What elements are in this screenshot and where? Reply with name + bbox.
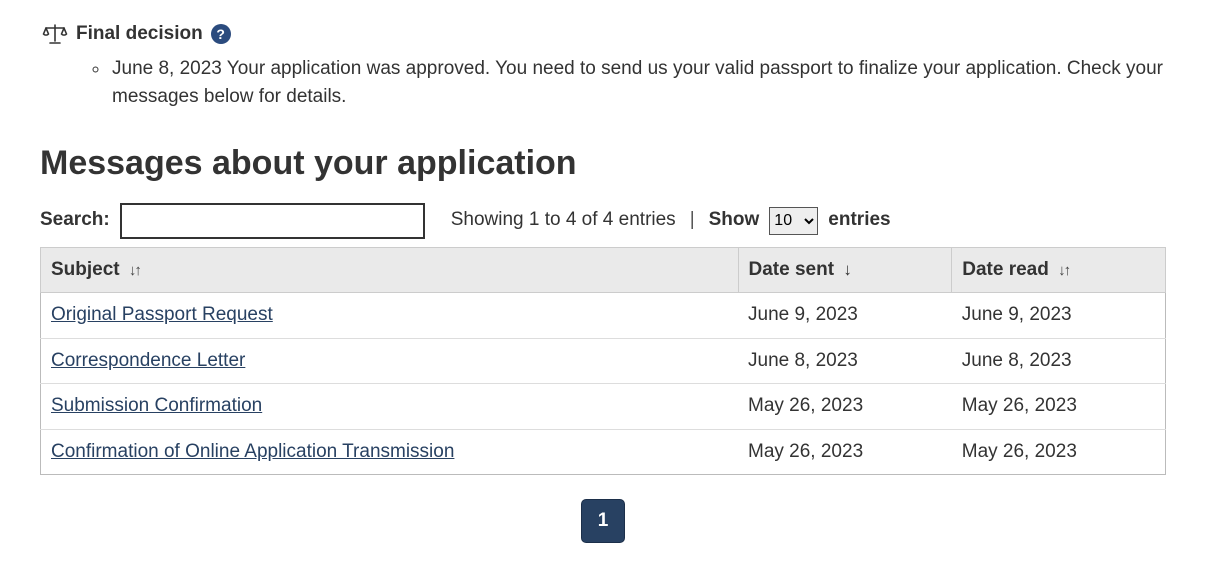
search-input[interactable]	[120, 203, 425, 239]
scales-icon	[42, 23, 68, 45]
sort-both-icon: ↓↑	[129, 262, 140, 279]
pagination: 1	[40, 499, 1166, 543]
message-link[interactable]: Confirmation of Online Application Trans…	[51, 441, 454, 462]
cell-date-sent: June 8, 2023	[738, 338, 952, 384]
page-button-current[interactable]: 1	[581, 499, 625, 543]
table-row: Original Passport Request June 9, 2023Jun…	[41, 293, 1166, 339]
show-suffix: entries	[828, 206, 890, 235]
cell-date-read: May 26, 2023	[952, 384, 1166, 430]
help-icon[interactable]: ?	[211, 24, 231, 44]
cell-date-read: June 8, 2023	[952, 338, 1166, 384]
message-link[interactable]: Submission Confirmation	[51, 395, 262, 416]
sort-both-icon: ↓↑	[1058, 262, 1069, 279]
message-link[interactable]: Original Passport Request	[51, 304, 273, 325]
final-decision-text: June 8, 2023 Your application was approv…	[110, 55, 1166, 112]
final-decision-body: June 8, 2023 Your application was approv…	[40, 55, 1166, 112]
final-decision-header: Final decision ?	[42, 20, 1166, 49]
showing-text: Showing 1 to 4 of 4 entries	[451, 206, 676, 235]
col-header-subject[interactable]: Subject ↓↑	[41, 247, 739, 293]
cell-subject: Confirmation of Online Application Trans…	[41, 429, 739, 475]
table-row: Correspondence Letter June 8, 2023June 8,…	[41, 338, 1166, 384]
cell-date-read: June 9, 2023	[952, 293, 1166, 339]
col-header-date-read-label: Date read	[962, 259, 1049, 280]
cell-subject: Original Passport Request	[41, 293, 739, 339]
messages-heading: Messages about your application	[40, 138, 1166, 189]
message-link[interactable]: Correspondence Letter	[51, 350, 245, 371]
show-select[interactable]: 102550100	[769, 207, 818, 235]
col-header-date-read[interactable]: Date read ↓↑	[952, 247, 1166, 293]
show-prefix: Show	[709, 206, 760, 235]
cell-date-sent: May 26, 2023	[738, 429, 952, 475]
col-header-date-sent[interactable]: Date sent ↓	[738, 247, 952, 293]
separator: |	[690, 206, 695, 235]
cell-subject: Submission Confirmation	[41, 384, 739, 430]
cell-subject: Correspondence Letter	[41, 338, 739, 384]
col-header-date-sent-label: Date sent	[749, 259, 835, 280]
cell-date-read: May 26, 2023	[952, 429, 1166, 475]
final-decision-label: Final decision	[76, 20, 203, 49]
sort-desc-icon: ↓	[843, 260, 852, 279]
messages-table: Subject ↓↑ Date sent ↓ Date read ↓↑ Orig…	[40, 247, 1166, 476]
cell-date-sent: May 26, 2023	[738, 384, 952, 430]
col-header-subject-label: Subject	[51, 259, 120, 280]
search-label: Search:	[40, 206, 110, 235]
table-row: Confirmation of Online Application Trans…	[41, 429, 1166, 475]
cell-date-sent: June 9, 2023	[738, 293, 952, 339]
table-controls: Search: Showing 1 to 4 of 4 entries | Sh…	[40, 203, 1166, 239]
table-row: Submission Confirmation May 26, 2023May 2…	[41, 384, 1166, 430]
